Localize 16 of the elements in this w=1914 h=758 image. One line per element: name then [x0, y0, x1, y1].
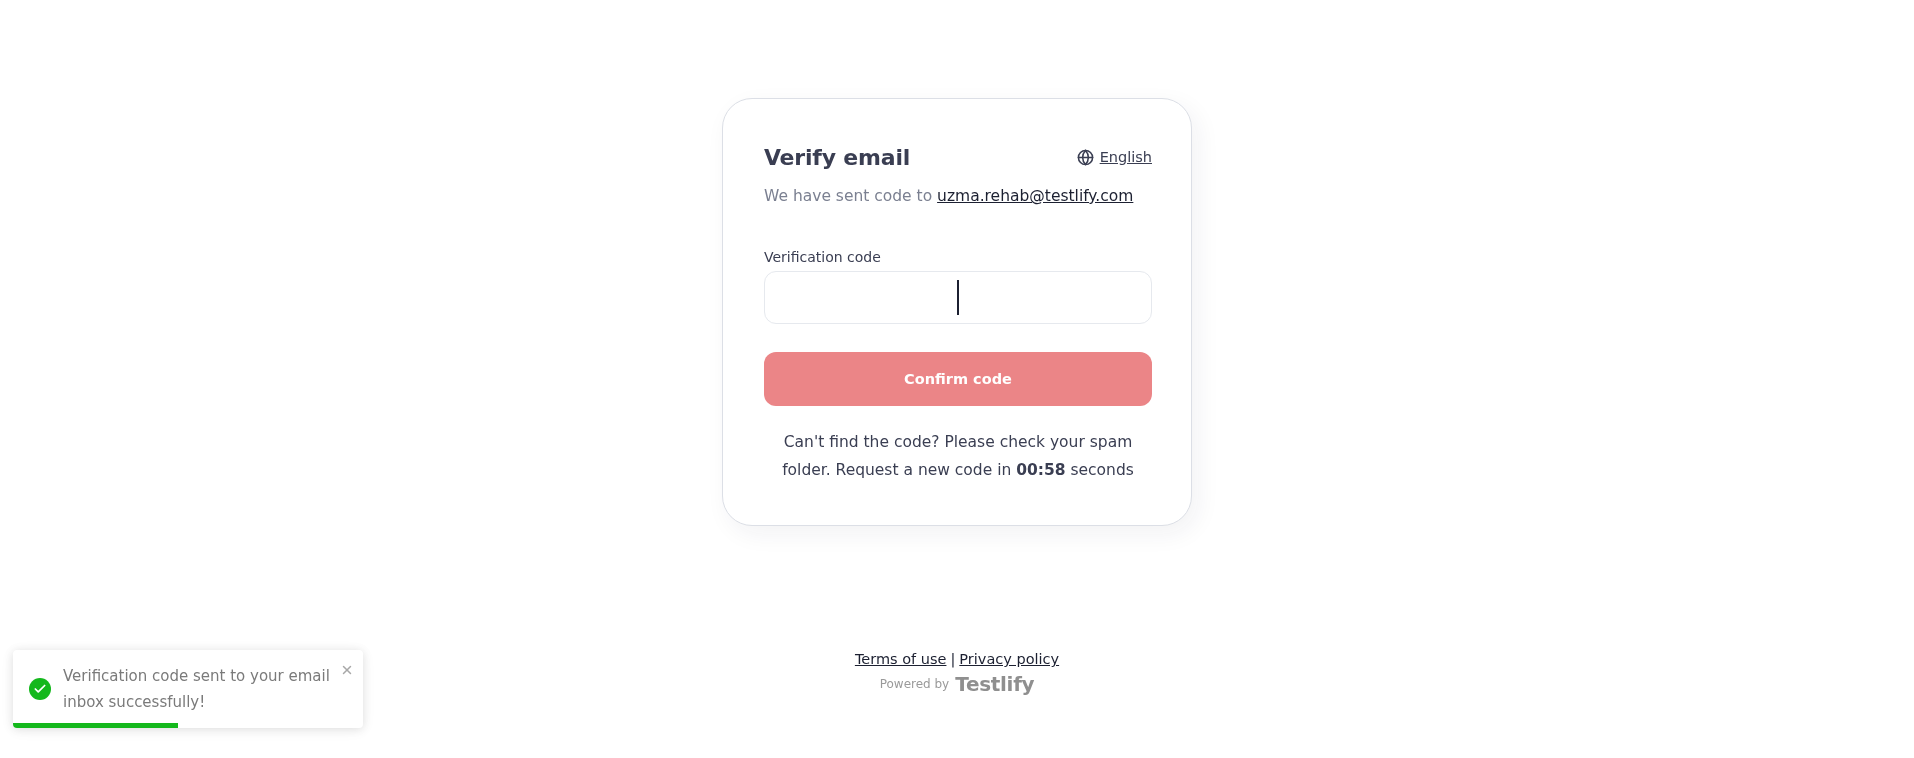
field-label: Verification code	[764, 248, 882, 267]
privacy-link[interactable]: Privacy policy	[959, 649, 1060, 669]
email-link[interactable]: uzma.rehab@testlify.com	[937, 187, 1134, 205]
powered-by-text: Powered by	[879, 677, 950, 691]
globe-icon	[1076, 148, 1094, 166]
language-link[interactable]: English	[1076, 148, 1152, 166]
close-icon	[340, 663, 354, 677]
brand-logo: Testlify	[955, 672, 1035, 696]
help-text: Can't find the code? Please check your spam folder. Request a new code in 00:58 seconds	[781, 432, 1135, 481]
toast-message: Verification code sent to your email inbox successfully!	[63, 666, 331, 713]
terms-link[interactable]: Terms of use	[854, 649, 947, 669]
subtitle-text: We have sent code to uzma.rehab@testlify.com	[764, 186, 1135, 207]
close-button[interactable]	[340, 663, 354, 677]
separator-text: |	[950, 650, 956, 669]
card-title: Verify email	[764, 144, 911, 170]
code-input-field[interactable]	[764, 271, 1152, 324]
